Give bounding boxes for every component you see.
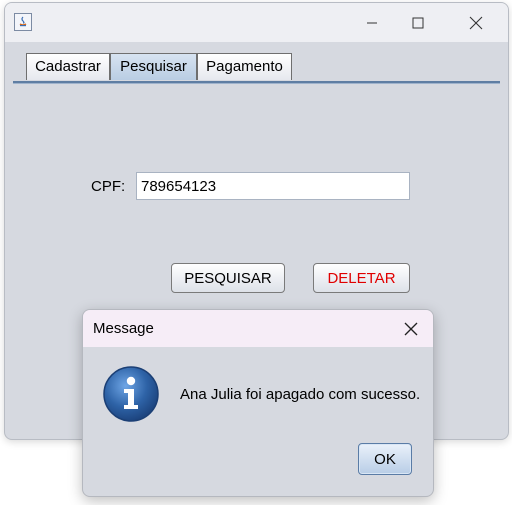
maximize-button[interactable] — [395, 3, 441, 42]
message-dialog: Message Ana Julia foi apagado com sucess… — [82, 309, 434, 497]
tab-pagamento[interactable]: Pagamento — [197, 53, 292, 80]
tab-divider — [13, 81, 500, 84]
title-bar — [5, 3, 508, 42]
tab-cadastrar[interactable]: Cadastrar — [26, 53, 110, 80]
ok-button[interactable]: OK — [358, 443, 412, 475]
search-button[interactable]: PESQUISAR — [171, 263, 285, 293]
dialog-title: Message — [93, 320, 154, 337]
minimize-button[interactable] — [349, 3, 395, 42]
java-icon[interactable] — [14, 13, 32, 31]
delete-button[interactable]: DELETAR — [313, 263, 410, 293]
dialog-title-bar: Message — [83, 310, 433, 347]
dialog-message: Ana Julia foi apagado com sucesso. — [180, 386, 421, 403]
close-button[interactable] — [453, 3, 499, 42]
cpf-input[interactable] — [136, 172, 410, 200]
dialog-close-icon[interactable] — [397, 315, 425, 343]
info-icon — [102, 365, 160, 423]
cpf-label: CPF: — [91, 178, 126, 195]
tab-pesquisar[interactable]: Pesquisar — [110, 53, 197, 80]
